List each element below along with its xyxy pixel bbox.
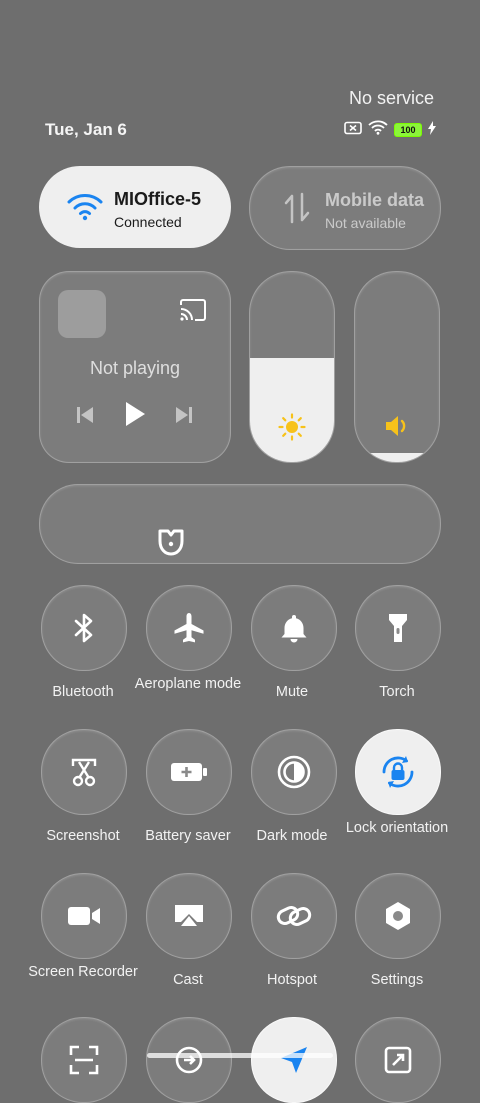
status-icons: 100 <box>344 120 436 140</box>
hotspot-label: Hotspot <box>267 972 317 988</box>
play-icon[interactable] <box>124 401 146 432</box>
screenshot-toggle[interactable] <box>41 729 127 815</box>
cast-icon[interactable] <box>179 298 207 327</box>
aeroplane-mode-label: Aeroplane mode <box>134 676 242 692</box>
mi-home-icon <box>156 527 186 562</box>
wifi-tile[interactable]: MIOffice-5 Connected <box>39 166 231 248</box>
no-sim-icon <box>344 121 362 140</box>
settings-label: Settings <box>370 972 424 988</box>
volume-level <box>355 452 439 462</box>
floating-window-toggle[interactable] <box>355 1017 441 1103</box>
media-player-card[interactable]: Not playing <box>39 271 231 463</box>
smart-home-bar[interactable] <box>39 484 441 564</box>
home-indicator[interactable] <box>147 1053 333 1058</box>
cast-toggle[interactable] <box>146 873 232 959</box>
location-toggle[interactable] <box>251 1017 337 1103</box>
mute-toggle[interactable] <box>251 585 337 671</box>
date-label: Tue, Jan 6 <box>45 120 127 139</box>
screenshot-label: Screenshot <box>46 828 120 844</box>
brightness-level <box>250 357 334 462</box>
settings-toggle[interactable] <box>355 873 441 959</box>
mobile-data-tile[interactable]: Mobile data Not available <box>249 166 441 250</box>
lock-orientation-toggle[interactable] <box>355 729 441 815</box>
battery-saver-label: Battery saver <box>145 828 231 844</box>
torch-label: Torch <box>379 684 415 700</box>
aeroplane-mode-toggle[interactable] <box>146 585 232 671</box>
battery-saver-toggle[interactable] <box>146 729 232 815</box>
lock-orientation-label: Lock orientation <box>345 820 449 836</box>
wifi-status: Connected <box>114 214 182 230</box>
wifi-icon <box>368 120 388 140</box>
battery-icon: 100 <box>394 123 422 137</box>
album-art <box>58 290 106 338</box>
auto-rotate-toggle[interactable] <box>146 1017 232 1103</box>
speaker-icon <box>384 414 410 443</box>
previous-track-icon[interactable] <box>76 405 94 430</box>
media-status: Not playing <box>89 358 181 378</box>
dark-mode-label: Dark mode <box>256 828 328 844</box>
dark-mode-toggle[interactable] <box>251 729 337 815</box>
mute-label: Mute <box>275 684 309 700</box>
brightness-icon <box>278 413 306 446</box>
hotspot-toggle[interactable] <box>251 873 337 959</box>
brightness-slider[interactable] <box>249 271 335 463</box>
cast-label: Cast <box>173 972 203 988</box>
screen-recorder-toggle[interactable] <box>41 873 127 959</box>
wifi-network-name: MIOffice-5 <box>114 189 202 209</box>
carrier-status: No service <box>348 88 434 108</box>
bluetooth-label: Bluetooth <box>52 684 114 700</box>
charging-icon <box>428 120 436 140</box>
next-track-icon[interactable] <box>175 405 193 430</box>
mobile-data-icon <box>283 192 311 229</box>
torch-toggle[interactable] <box>355 585 441 671</box>
volume-slider[interactable] <box>354 271 440 463</box>
wifi-icon <box>67 193 103 226</box>
bluetooth-toggle[interactable] <box>41 585 127 671</box>
scanner-toggle[interactable] <box>41 1017 127 1103</box>
mobile-data-title: Mobile data <box>325 190 425 210</box>
mobile-data-status: Not available <box>325 215 406 231</box>
screen-recorder-label: Screen Recorder <box>28 964 138 980</box>
